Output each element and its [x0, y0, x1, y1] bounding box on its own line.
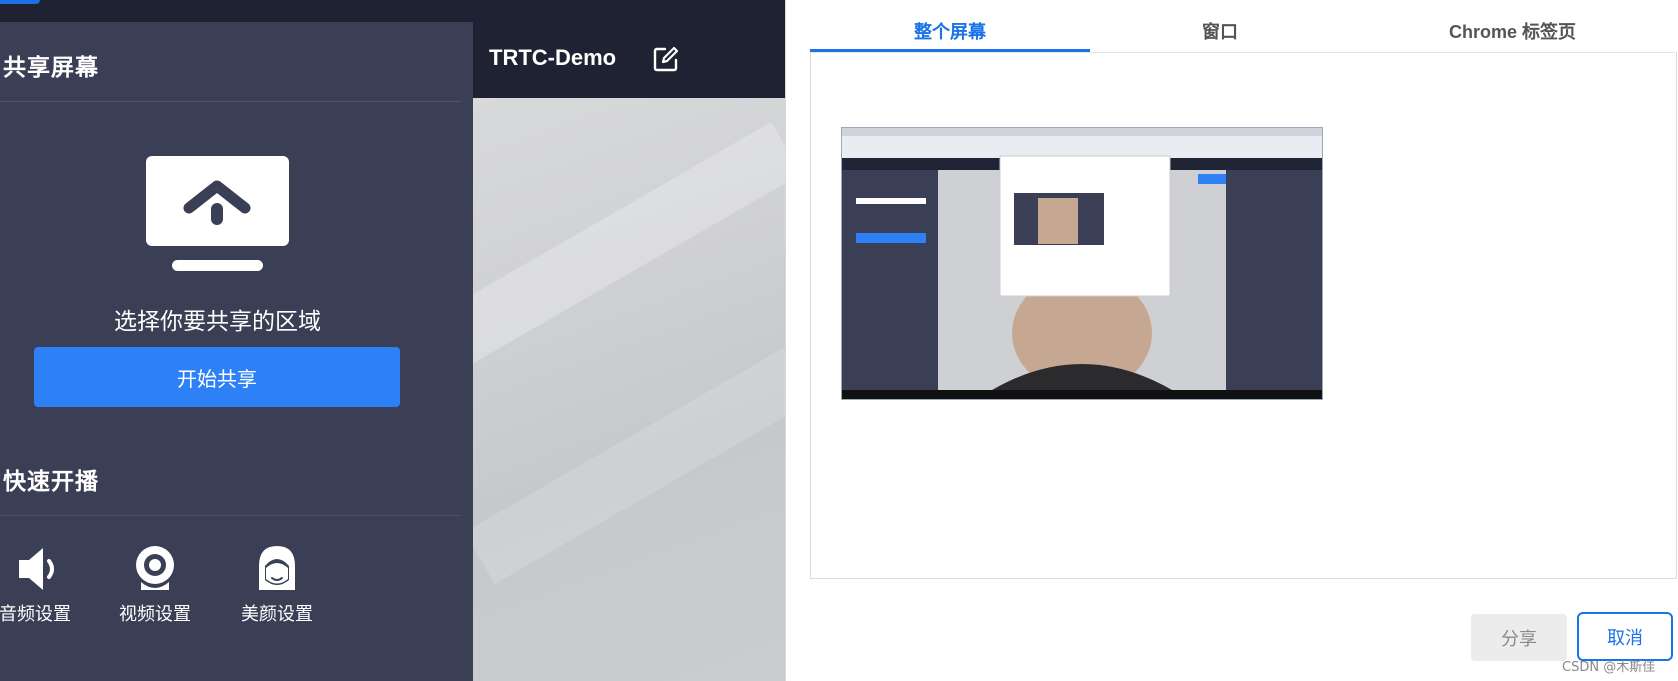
speaker-icon	[19, 548, 54, 590]
watermark: CSDN @木斯佳	[1562, 660, 1656, 675]
choose-area-text: 选择你要共享的区域	[114, 309, 321, 335]
beauty-settings-label: 美颜设置	[241, 604, 313, 625]
edit-icon[interactable]	[653, 46, 679, 72]
share-button[interactable]: 分享	[1471, 614, 1567, 661]
app-logo	[0, 0, 40, 4]
beauty-face-icon	[259, 546, 295, 590]
screen-thumbnail[interactable]	[841, 127, 1323, 400]
divider	[0, 515, 461, 516]
share-screen-icon	[146, 156, 289, 274]
share-screen-section-title: 共享屏幕	[3, 55, 99, 81]
room-header: TRTC-Demo	[473, 22, 785, 98]
start-share-button[interactable]: 开始共享	[34, 347, 400, 407]
left-panel: 共享屏幕 选择你要共享的区域 开始共享 快速开播 音频设置 视频设置 美颜设置	[0, 22, 473, 681]
room-title: TRTC-Demo	[489, 45, 617, 70]
tab-window[interactable]: 窗口	[1090, 18, 1350, 48]
top-bar	[0, 0, 785, 22]
tab-entire-screen[interactable]: 整个屏幕	[810, 18, 1090, 48]
video-settings-label: 视频设置	[119, 604, 191, 625]
divider	[0, 101, 461, 102]
local-video-view	[473, 98, 785, 681]
webcam-icon	[136, 546, 174, 590]
tab-chrome-tab[interactable]: Chrome 标签页	[1350, 18, 1675, 48]
video-settings-item[interactable]: 视频设置	[95, 544, 215, 626]
cancel-button[interactable]: 取消	[1577, 612, 1673, 661]
screen-share-dialog: 整个屏幕 窗口 Chrome 标签页 分享 取消	[785, 0, 1678, 681]
quick-start-section-title: 快速开播	[3, 469, 99, 495]
audio-settings-item[interactable]: 音频设置	[0, 544, 95, 626]
audio-settings-label: 音频设置	[0, 604, 71, 625]
beauty-settings-item[interactable]: 美颜设置	[217, 544, 337, 626]
